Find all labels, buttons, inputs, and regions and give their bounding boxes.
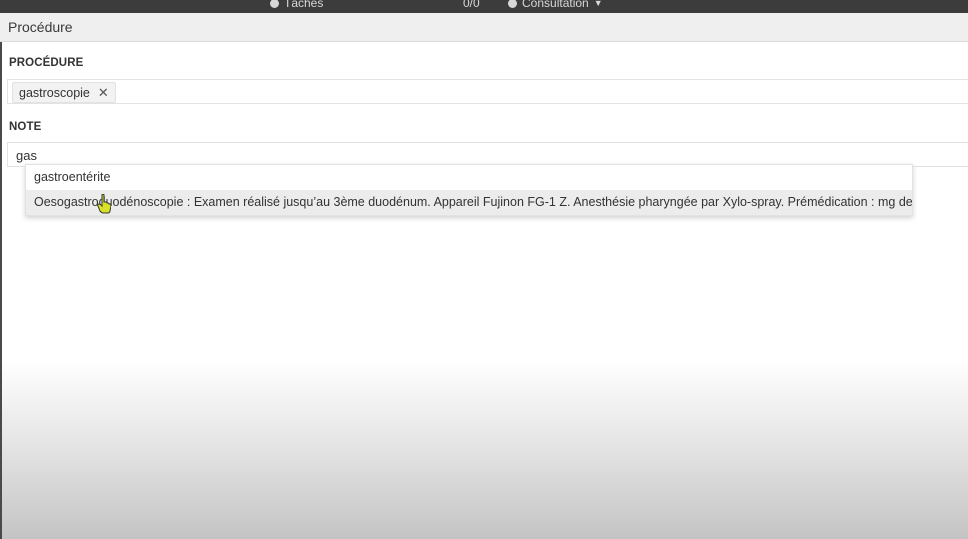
procedure-tag-label: gastroscopie <box>19 85 90 100</box>
procedure-label: PROCÉDURE <box>9 57 84 69</box>
hand-pointer-icon <box>97 194 111 214</box>
dialog-header: Procédure <box>0 13 968 42</box>
dialog-title: Procédure <box>8 19 73 35</box>
tasks-label: Tâches <box>284 0 324 10</box>
suggestion-item[interactable]: gastroentérite <box>26 165 912 190</box>
info-icon <box>508 0 517 8</box>
note-label: NOTE <box>9 121 42 133</box>
tasks-count: 0/0 <box>463 0 480 10</box>
tasks-menu[interactable]: Tâches <box>270 0 323 10</box>
consultation-label: Consultation <box>522 0 589 10</box>
autocomplete-dropdown: gastroentérite Oesogastroduodénoscopie :… <box>25 164 913 216</box>
note-input-value: gas <box>16 148 37 163</box>
bell-icon <box>270 0 279 8</box>
procedure-tag: gastroscopie ✕ <box>12 82 116 103</box>
suggestion-item[interactable]: Oesogastroduodénoscopie : Examen réalisé… <box>26 190 912 215</box>
top-navigation-bar: Tâches 0/0 Consultation ▼ <box>0 0 968 13</box>
remove-tag-icon[interactable]: ✕ <box>98 85 109 101</box>
tasks-count-text: 0/0 <box>463 0 480 10</box>
caret-down-icon: ▼ <box>593 0 603 8</box>
consultation-menu[interactable]: Consultation ▼ <box>508 0 603 10</box>
window-edge <box>0 0 2 539</box>
procedure-field[interactable]: gastroscopie ✕ <box>7 79 968 104</box>
